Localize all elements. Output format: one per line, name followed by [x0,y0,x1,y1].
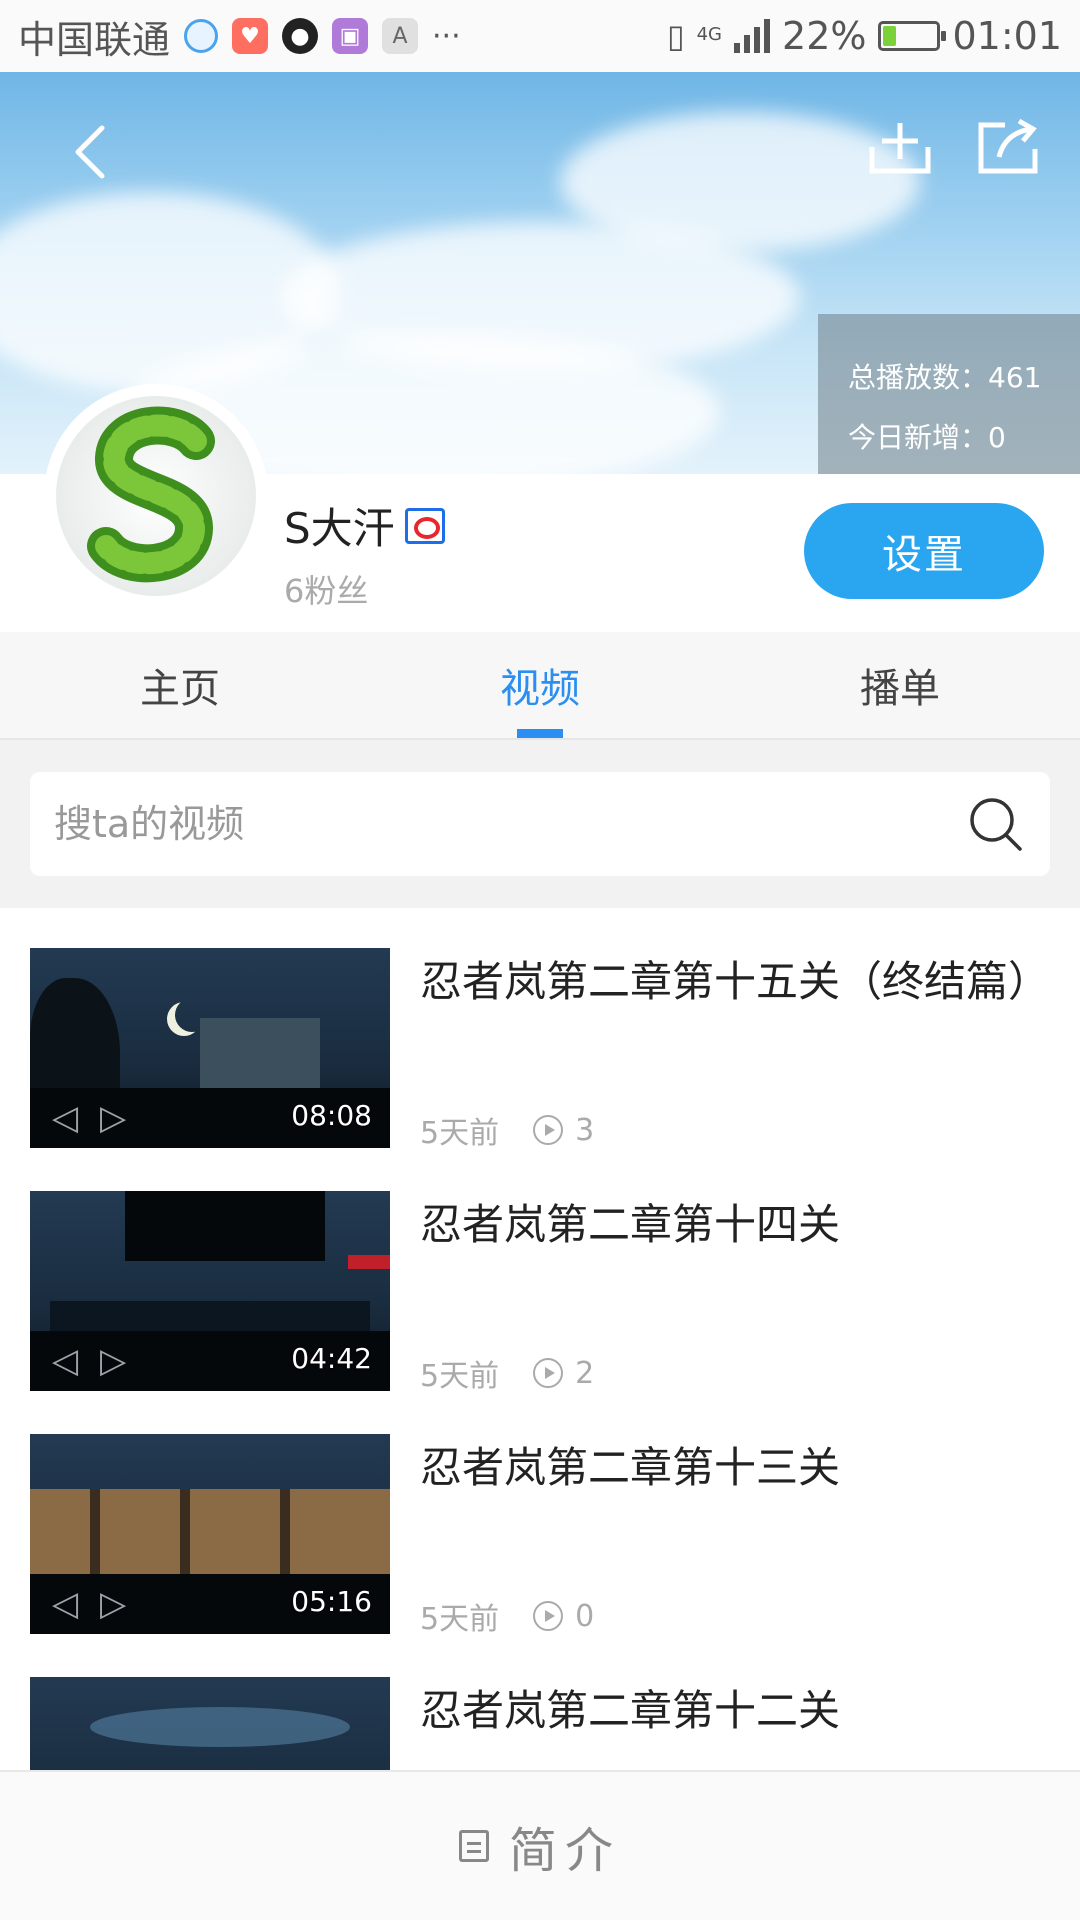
health-app-icon: ♥ [232,18,269,54]
right-control-icon: ▷ [100,1098,127,1138]
video-age: 5天前 [420,1359,500,1394]
video-thumbnail[interactable]: ◁ ▷ 05:16 [30,1434,390,1634]
user-name-row: S大汗 [284,495,445,556]
avatar[interactable] [48,388,264,604]
video-title[interactable]: 忍者岚第二章第十五关（终结篇） [420,948,1060,1009]
video-item[interactable]: ◁ ▷ 08:08 忍者岚第二章第十五关（终结篇） 5天前 3 [0,908,1080,1151]
wall-shape [30,1489,390,1584]
share-button[interactable] [968,102,1048,192]
browser-app-icon [184,19,219,53]
settings-button[interactable]: 设置 [804,503,1044,599]
vibrate-icon: ▯ [667,17,685,55]
share-icon [978,118,1038,174]
video-play-count: 0 [575,1598,595,1634]
cloud-shape [90,1707,350,1747]
left-control-icon: ◁ [52,1584,79,1624]
video-title[interactable]: 忍者岚第二章第十二关 [420,1677,1060,1738]
video-duration: 05:16 [291,1585,372,1618]
back-arrow-icon [75,125,105,179]
font-app-icon: A [382,18,419,54]
intro-icon [458,1830,489,1862]
verified-badge-icon [404,507,445,544]
play-count-icon [533,1115,564,1145]
clock: 01:01 [952,14,1062,58]
search-section [0,740,1080,908]
qq-app-icon: ● [282,18,319,54]
user-name: S大汗 [284,504,395,553]
upload-icon [869,123,931,174]
right-control-icon: ▷ [100,1584,127,1624]
intro-bar[interactable]: 简介 [0,1770,1080,1920]
total-plays-value: 461 [988,361,1042,394]
battery-percent: 22% [782,14,867,58]
video-title[interactable]: 忍者岚第二章第十四关 [420,1191,1060,1252]
video-duration: 04:42 [291,1342,372,1375]
play-count-icon [533,1358,564,1388]
video-meta: 5天前 2 [420,1351,594,1395]
profile-tabs: 主页 视频 播单 [0,632,1080,740]
video-list: ◁ ▷ 08:08 忍者岚第二章第十五关（终结篇） 5天前 3 ◁ ▷ 04:4… [0,908,1080,1770]
upload-button[interactable] [860,102,940,192]
today-new-row: 今日新增：0 [848,408,1080,468]
network-type-label: 4G [696,24,723,45]
intro-label: 简介 [508,1823,621,1879]
tab-playlists[interactable]: 播单 [720,632,1080,738]
signal-icon [734,19,771,53]
total-plays-label: 总播放数： [848,361,989,394]
more-notifications-icon: ··· [432,18,461,54]
search-box [30,772,1050,876]
video-meta: 5天前 0 [420,1594,594,1638]
search-icon[interactable] [966,794,1026,854]
video-age: 5天前 [420,1116,500,1151]
pillar-shape [280,1489,290,1584]
tab-home[interactable]: 主页 [0,632,360,738]
left-control-icon: ◁ [52,1098,79,1138]
pillar-shape [90,1489,100,1584]
play-count-icon [533,1601,564,1631]
video-age: 5天前 [420,1602,500,1637]
video-duration: 08:08 [291,1099,372,1132]
leaf-s-logo-icon [56,396,256,596]
right-control-icon: ▷ [100,1341,127,1381]
gallery-app-icon: ▣ [332,18,369,54]
fans-count: 6粉丝 [284,572,369,610]
pillar-shape [180,1489,190,1584]
today-new-value: 0 [988,421,1006,454]
search-input[interactable] [54,802,966,846]
today-new-label: 今日新增： [848,421,989,454]
video-item[interactable]: 忍者岚第二章第十二关 [0,1637,1080,1770]
back-button[interactable] [50,102,130,202]
block-silhouette [125,1191,325,1261]
video-play-count: 2 [575,1355,595,1391]
play-stats-panel: 总播放数：461 今日新增：0 [818,314,1080,474]
total-plays-row: 总播放数：461 [848,348,1080,408]
battery-icon [878,21,947,51]
video-meta: 5天前 3 [420,1108,594,1152]
carrier-label: 中国联通 [18,17,171,62]
video-thumbnail[interactable] [30,1677,390,1770]
red-label-shape [348,1255,390,1269]
video-title[interactable]: 忍者岚第二章第十三关 [420,1434,1060,1495]
video-play-count: 3 [575,1112,595,1148]
left-control-icon: ◁ [52,1341,79,1381]
tab-videos[interactable]: 视频 [360,632,720,738]
status-bar: 中国联通 ♥ ● ▣ A ··· ▯ 4G 22% 01:01 [0,0,1080,72]
video-thumbnail[interactable]: ◁ ▷ 08:08 [30,948,390,1148]
video-item[interactable]: ◁ ▷ 04:42 忍者岚第二章第十四关 5天前 2 [0,1151,1080,1394]
video-thumbnail[interactable]: ◁ ▷ 04:42 [30,1191,390,1391]
video-item[interactable]: ◁ ▷ 05:16 忍者岚第二章第十三关 5天前 0 [0,1394,1080,1637]
